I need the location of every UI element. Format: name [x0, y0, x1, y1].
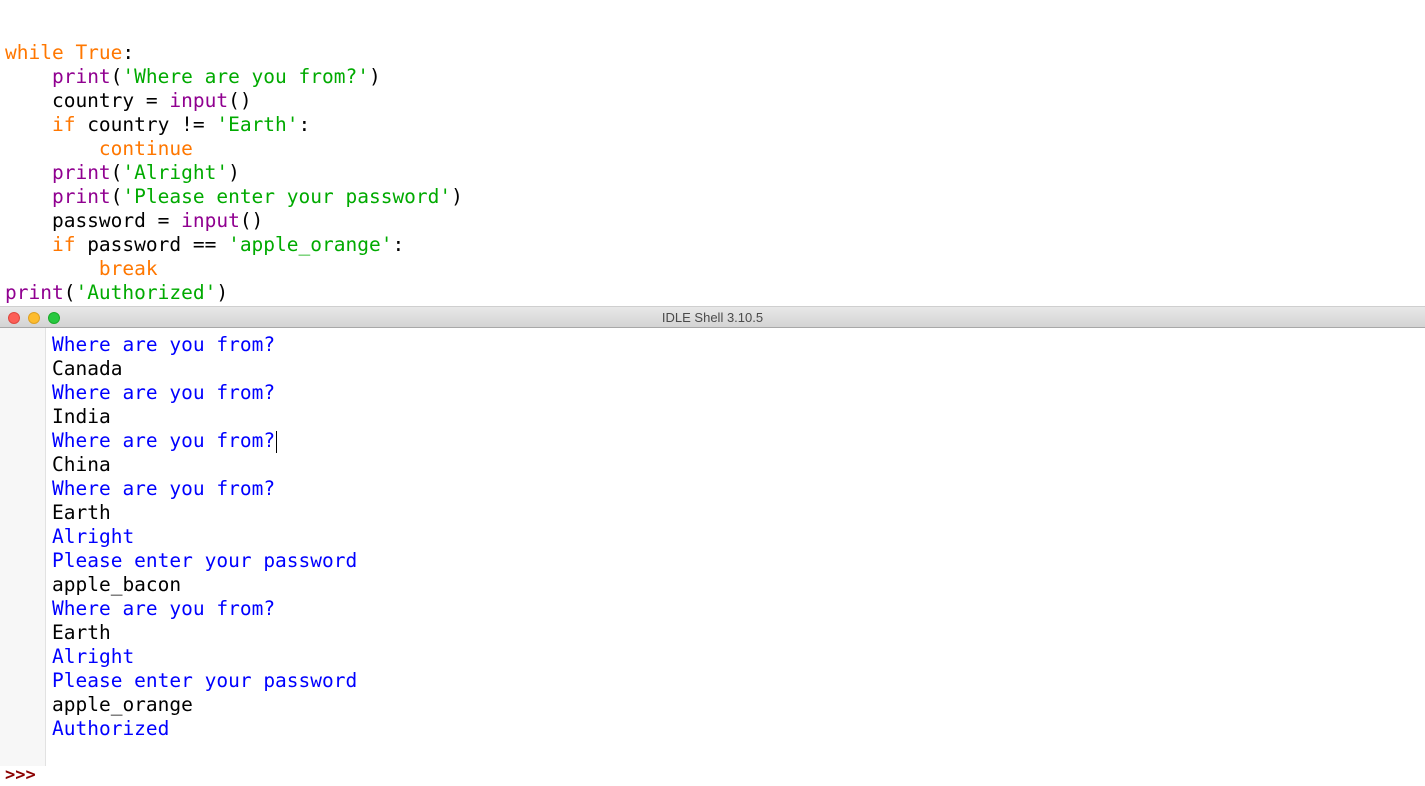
- shell-output-line: Please enter your password: [52, 549, 357, 573]
- code-token: ): [368, 65, 381, 88]
- shell-line-text: Please enter your password: [52, 669, 358, 692]
- code-token: if: [51, 113, 76, 136]
- code-editor[interactable]: while True: print('Where are you from?')…: [0, 0, 1425, 306]
- shell-input-line: China: [52, 453, 357, 477]
- shell-line-text: Authorized: [52, 717, 170, 740]
- shell-output-line: Please enter your password: [52, 669, 357, 693]
- code-token: ): [216, 281, 229, 304]
- shell-output-line: Where are you from?: [52, 477, 357, 501]
- code-token: country !=: [75, 113, 217, 136]
- shell-line-text: Where are you from?: [52, 429, 276, 452]
- shell-output-line: Where are you from?: [52, 381, 357, 405]
- code-line: country = input(): [5, 89, 463, 113]
- code-token: input: [169, 89, 229, 112]
- code-token: print: [5, 281, 64, 304]
- shell-line-text: Alright: [52, 525, 135, 548]
- text-cursor: [276, 430, 278, 453]
- code-token: print: [51, 65, 111, 88]
- code-token: :: [298, 113, 311, 136]
- code-line: print('Alright'): [5, 161, 463, 185]
- shell-line-text: Where are you from?: [52, 333, 276, 356]
- shell-output-line: Where are you from?: [52, 429, 357, 453]
- code-token: country =: [5, 89, 170, 112]
- code-token: (: [110, 185, 123, 208]
- shell-input-line: India: [52, 405, 357, 429]
- code-token: (): [239, 209, 264, 232]
- code-token: :: [392, 233, 405, 256]
- code-line: while True:: [5, 41, 463, 65]
- shell-line-text: apple_orange: [52, 693, 193, 716]
- code-token: 'Please enter your password': [122, 185, 452, 208]
- code-line: continue: [5, 137, 463, 161]
- code-line: break: [5, 257, 463, 281]
- shell-output-line: Where are you from?: [52, 333, 357, 357]
- shell-output[interactable]: Where are you from? Canada Where are you f…: [52, 333, 357, 741]
- window-title: IDLE Shell 3.10.5: [661, 310, 764, 325]
- code-token: (: [110, 161, 123, 184]
- shell-gutter: >>>: [0, 328, 46, 785]
- code-token: while True: [5, 41, 123, 64]
- code-token: ): [228, 161, 240, 184]
- shell-line-text: apple_bacon: [52, 573, 182, 596]
- code-token: continue: [98, 137, 193, 160]
- shell-line-text: India: [52, 405, 111, 428]
- code-token: (: [63, 281, 76, 304]
- code-token: :: [122, 41, 135, 64]
- code-token: (: [110, 65, 123, 88]
- shell-output-line: Alright: [52, 525, 357, 549]
- shell-line-text: Alright: [52, 645, 135, 668]
- code-token: 'Alright': [122, 161, 229, 184]
- shell-input-line: apple_bacon: [52, 573, 357, 597]
- code-token: break: [98, 257, 158, 280]
- code-token: (): [228, 89, 252, 112]
- shell-output-line: Authorized: [52, 717, 357, 741]
- code-token: print: [51, 161, 111, 184]
- code-token: ): [451, 185, 463, 208]
- code-token: 'Earth': [216, 113, 299, 136]
- code-token: 'Where are you from?': [122, 65, 369, 88]
- code-token: password =: [5, 209, 182, 232]
- code-token: if: [51, 233, 76, 256]
- code-token: password ==: [75, 233, 229, 256]
- shell-line-text: China: [52, 453, 111, 476]
- code-token: input: [181, 209, 240, 232]
- code-line: password = input(): [5, 209, 463, 233]
- shell-input-line: Earth: [52, 501, 357, 525]
- shell-output-line: Alright: [52, 645, 357, 669]
- shell-input-line: apple_orange: [52, 693, 357, 717]
- shell-prompt: >>>: [5, 765, 36, 785]
- idle-shell-window: IDLE Shell 3.10.5 >>> Where are you from…: [0, 306, 1425, 785]
- shell-input-line: Canada: [52, 357, 357, 381]
- code-token: 'Authorized': [75, 281, 217, 304]
- shell-line-text: Where are you from?: [52, 477, 276, 500]
- shell-input-line: Earth: [52, 621, 357, 645]
- code-line: print('Please enter your password'): [5, 185, 463, 209]
- shell-line-text: Where are you from?: [52, 381, 276, 404]
- shell-output-line: Where are you from?: [52, 597, 357, 621]
- code-line: if password == 'apple_orange':: [5, 233, 463, 257]
- code-line: if country != 'Earth':: [5, 113, 463, 137]
- shell-line-text: Please enter your password: [52, 549, 358, 572]
- shell-line-text: Canada: [52, 357, 123, 380]
- code-line: print('Where are you from?'): [5, 65, 463, 89]
- code-line: print('Authorized'): [5, 281, 463, 305]
- shell-line-text: Where are you from?: [52, 597, 276, 620]
- code-token: print: [51, 185, 111, 208]
- window-titlebar[interactable]: IDLE Shell 3.10.5: [0, 306, 1425, 328]
- shell-line-text: Earth: [52, 501, 111, 524]
- code-token: 'apple_orange': [228, 233, 393, 256]
- source-code[interactable]: while True: print('Where are you from?')…: [5, 41, 463, 305]
- shell-line-text: Earth: [52, 621, 111, 644]
